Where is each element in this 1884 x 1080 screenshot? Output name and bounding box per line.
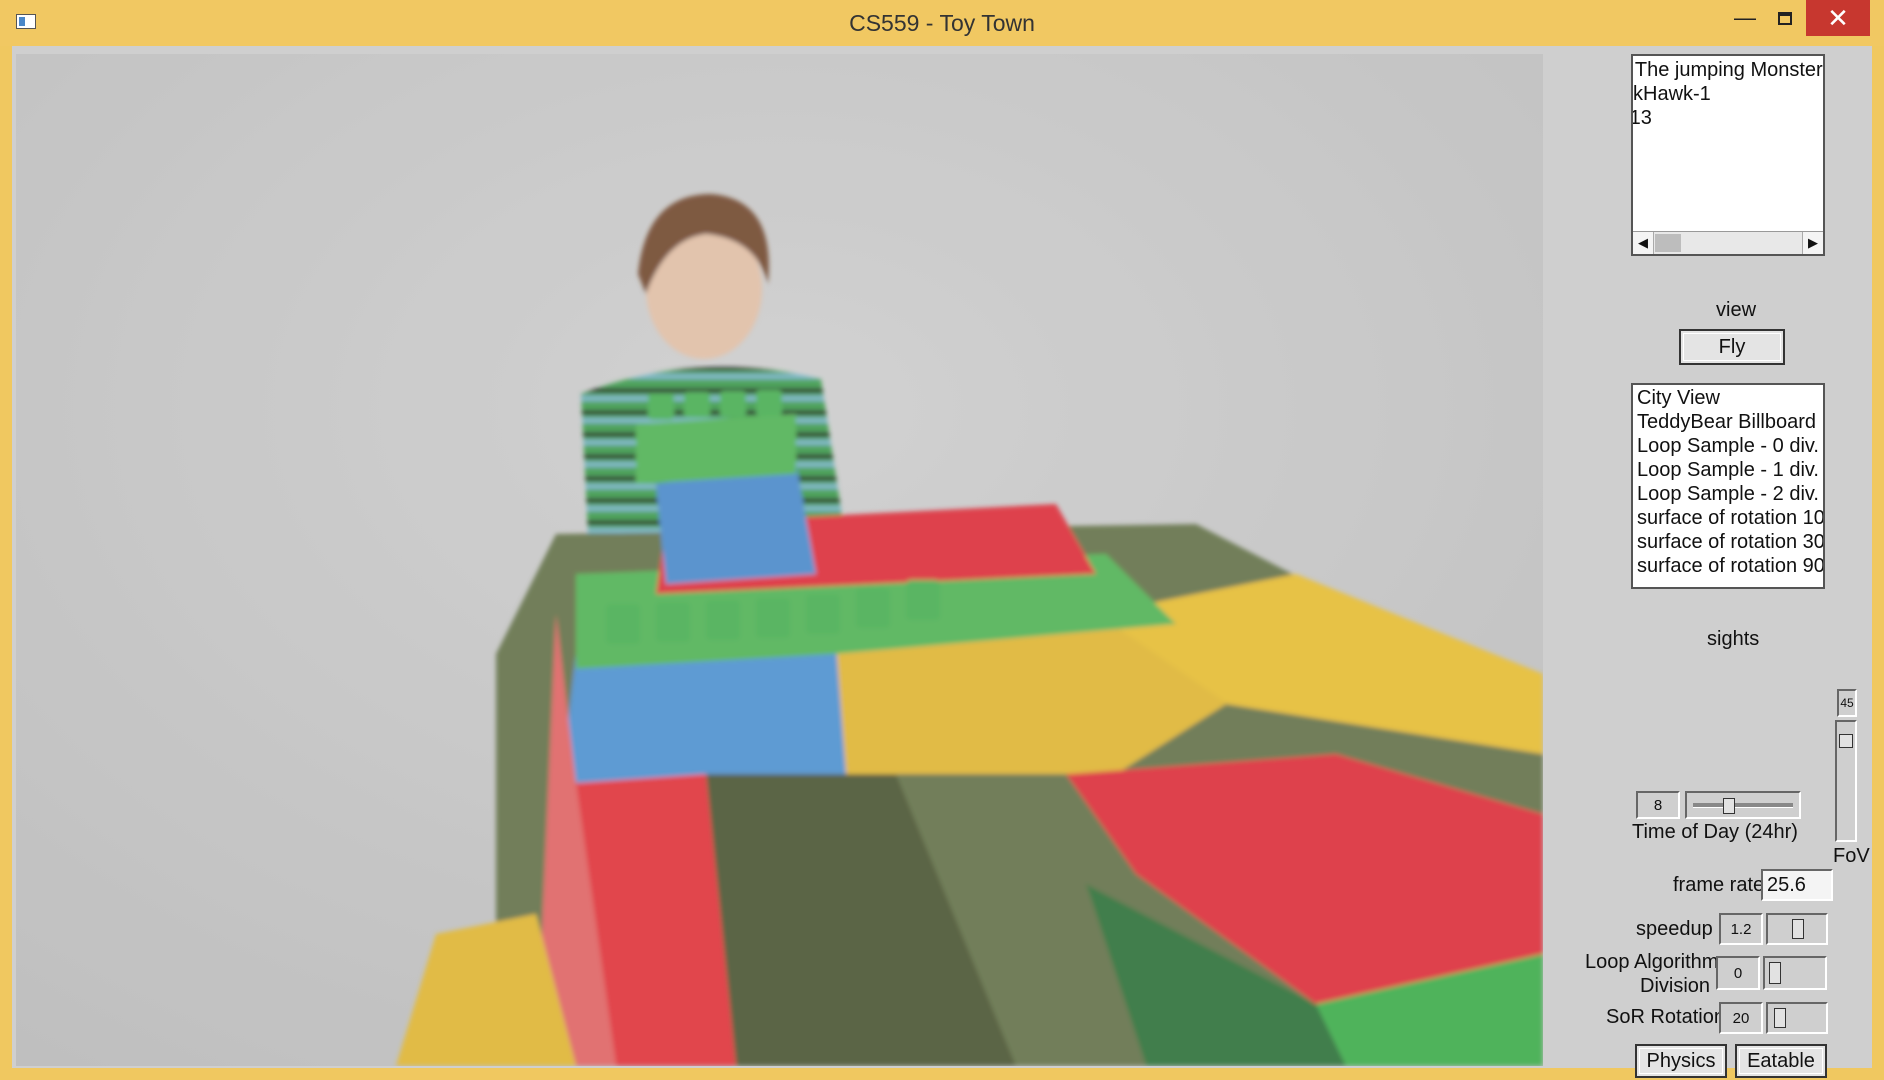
scene-viewport[interactable] xyxy=(16,54,1544,1066)
scene-haze xyxy=(16,54,1543,1066)
maximize-button[interactable] xyxy=(1766,0,1804,36)
physics-button[interactable]: Physics xyxy=(1635,1044,1727,1078)
loop-division-slider[interactable] xyxy=(1763,956,1827,990)
title-bar: CS559 - Toy Town — ✕ xyxy=(0,0,1884,46)
time-of-day-value: 8 xyxy=(1636,791,1680,819)
time-of-day-slider[interactable] xyxy=(1685,791,1801,819)
fov-slider-thumb[interactable] xyxy=(1839,734,1853,748)
window-client: - The jumping Monster ckHawk-1 -13 ◀ ▶ v… xyxy=(12,46,1872,1078)
list-item[interactable]: Loop Sample - 1 div. xyxy=(1633,458,1823,482)
sights-label: sights xyxy=(1707,628,1760,650)
loop-division-label-1: Loop Algorithm xyxy=(1585,951,1719,973)
sights-list[interactable]: City View TeddyBear Billboard Loop Sampl… xyxy=(1631,383,1825,589)
horizontal-scrollbar[interactable]: ◀ ▶ xyxy=(1633,231,1823,254)
list-item[interactable]: City View xyxy=(1633,386,1823,410)
scrollbar-thumb[interactable] xyxy=(1655,234,1681,252)
sor-rotation-value: 20 xyxy=(1719,1002,1763,1034)
close-button[interactable]: ✕ xyxy=(1806,0,1870,36)
speedup-value: 1.2 xyxy=(1719,913,1763,945)
maximize-icon xyxy=(1778,11,1792,25)
speedup-label: speedup xyxy=(1636,918,1713,940)
list-item[interactable]: Loop Sample - 0 div. xyxy=(1633,434,1823,458)
scene-render xyxy=(16,54,1543,1066)
frame-rate-label: frame rate xyxy=(1673,874,1765,896)
loop-division-slider-thumb[interactable] xyxy=(1769,962,1781,984)
fov-label: FoV xyxy=(1833,845,1870,867)
speedup-slider-thumb[interactable] xyxy=(1792,919,1804,939)
list-item[interactable]: ckHawk-1 xyxy=(1633,82,1823,106)
window-title: CS559 - Toy Town xyxy=(849,10,1035,36)
sor-rotation-slider[interactable] xyxy=(1766,1002,1828,1034)
fov-slider[interactable] xyxy=(1835,720,1857,842)
sor-rotation-label: SoR Rotation xyxy=(1606,1006,1725,1028)
eatable-button[interactable]: Eatable xyxy=(1735,1044,1827,1078)
list-item[interactable]: surface of rotation 10 xyxy=(1633,506,1823,530)
fov-value: 45 xyxy=(1837,689,1857,717)
control-panel: - The jumping Monster ckHawk-1 -13 ◀ ▶ v… xyxy=(1543,46,1872,1078)
list-item[interactable]: surface of rotation 90 xyxy=(1633,554,1823,578)
minimize-button[interactable]: — xyxy=(1726,0,1764,36)
slider-track xyxy=(1693,803,1793,808)
speedup-slider[interactable] xyxy=(1766,913,1828,945)
view-label: view xyxy=(1716,299,1757,321)
scroll-left-icon[interactable]: ◀ xyxy=(1633,232,1654,254)
frame-rate-field[interactable]: 25.6 xyxy=(1761,869,1833,901)
time-of-day-slider-thumb[interactable] xyxy=(1723,798,1735,814)
scroll-right-icon[interactable]: ▶ xyxy=(1802,232,1823,254)
loop-division-value: 0 xyxy=(1716,956,1760,990)
loop-division-label-2: Division xyxy=(1640,975,1711,997)
sor-rotation-slider-thumb[interactable] xyxy=(1774,1008,1786,1028)
fly-button[interactable]: Fly xyxy=(1679,329,1785,365)
list-item[interactable]: Loop Sample - 2 div. xyxy=(1633,482,1823,506)
list-item[interactable]: TeddyBear Billboard xyxy=(1633,410,1823,434)
list-item[interactable]: -13 xyxy=(1633,106,1823,130)
list-item[interactable]: - The jumping Monster xyxy=(1633,58,1823,82)
list-item[interactable]: surface of rotation 30 xyxy=(1633,530,1823,554)
time-of-day-label: Time of Day (24hr) xyxy=(1632,821,1798,843)
objects-list[interactable]: - The jumping Monster ckHawk-1 -13 ◀ ▶ xyxy=(1631,54,1825,256)
